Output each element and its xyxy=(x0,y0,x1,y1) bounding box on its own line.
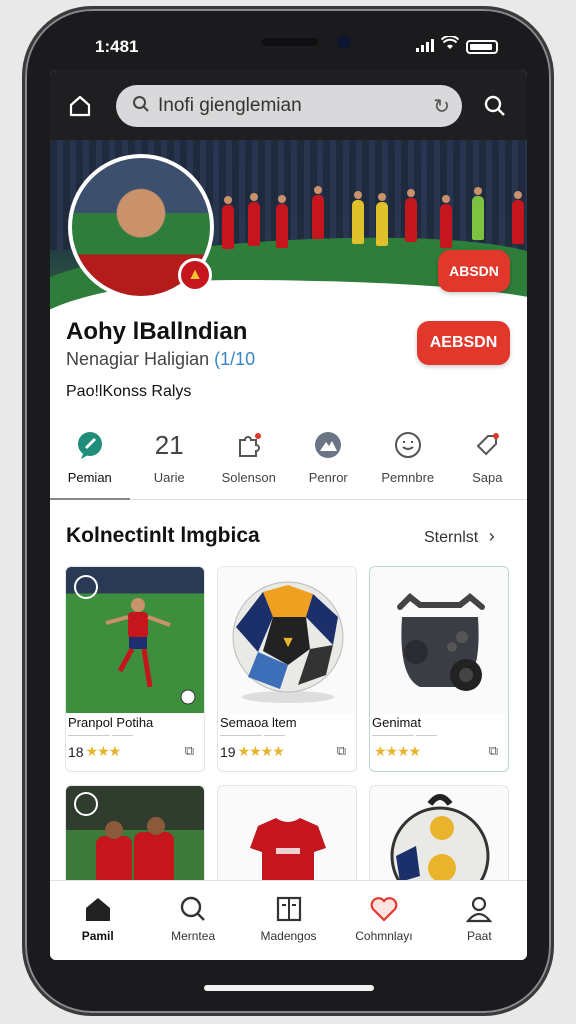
search-button[interactable] xyxy=(483,94,507,123)
search-icon xyxy=(180,896,205,921)
player-figure xyxy=(405,189,417,242)
nav-item-favorites[interactable]: Cohmnlayı xyxy=(336,881,431,960)
player-figure xyxy=(312,186,324,239)
profile-tabs: Pemian 21 Uarie Solenson Penror Pemnbre xyxy=(50,420,527,500)
tag-icon xyxy=(472,428,502,462)
nav-item-home[interactable]: Pamil xyxy=(50,881,145,960)
status-bar: 1:481 xyxy=(0,0,576,70)
player-photo xyxy=(66,567,204,713)
home-icon xyxy=(85,898,110,921)
search-input[interactable]: Inofi gienglemian xyxy=(158,95,302,117)
card-rating: 18 ★★★ xyxy=(68,743,122,760)
follow-button-small[interactable]: ABSDN xyxy=(438,250,510,292)
profile-subtitle: Nenagiar Haligian (1/10 xyxy=(66,349,255,370)
battery-icon xyxy=(466,40,498,54)
tab-label: Uarie xyxy=(153,470,185,485)
bottom-navigation: Pamil Merntea Madengos Cohmnlayı Paat xyxy=(50,880,527,960)
front-camera xyxy=(337,35,351,49)
speaker-grille xyxy=(262,38,318,46)
share-icon[interactable]: ⧉ xyxy=(489,743,498,759)
nav-label: Madengos xyxy=(260,929,317,943)
search-bar[interactable]: Inofi gienglemian ↻ xyxy=(116,85,462,127)
player-figure xyxy=(440,195,452,248)
top-bar: Inofi gienglemian ↻ xyxy=(50,70,527,140)
soccer-ball-image: ▼ xyxy=(218,567,356,713)
refresh-icon[interactable]: ↻ xyxy=(433,94,450,119)
mountain-icon xyxy=(313,428,343,462)
card-title: Genimat xyxy=(372,715,422,730)
tab-penror[interactable]: Penror xyxy=(289,420,369,499)
nav-label: Pamil xyxy=(81,929,114,943)
heart-icon xyxy=(370,897,398,922)
share-icon[interactable]: ⧉ xyxy=(185,743,194,759)
tab-label: Pemnbre xyxy=(381,470,435,485)
product-card[interactable]: Genimat —————— ——— ★★★★ ⧉ xyxy=(369,566,509,772)
section-title: Kolnectinlt lmgbica xyxy=(66,524,260,547)
player-figure xyxy=(352,191,364,244)
status-time: 1:481 xyxy=(95,37,139,56)
number-21-icon: 21 xyxy=(154,429,184,460)
tab-sapa[interactable]: Sapa xyxy=(448,420,528,499)
star-icon: ★★★★ xyxy=(374,743,421,759)
tab-uarie[interactable]: 21 Uarie xyxy=(130,420,210,499)
share-icon[interactable]: ⧉ xyxy=(337,743,346,759)
player-figure xyxy=(376,193,388,246)
chevron-right-icon: › xyxy=(488,526,495,546)
game-controller-image xyxy=(370,567,508,713)
verified-badge-icon: ▲ xyxy=(178,258,212,292)
see-all-label: Sternlst xyxy=(424,529,479,546)
card-rating: ★★★★ xyxy=(372,743,421,760)
chat-bubble-icon xyxy=(75,428,105,462)
player-figure xyxy=(248,193,260,246)
app-screen: Inofi gienglemian ↻ ▲ ABSDN Aohy lBallnd… xyxy=(50,70,527,960)
svg-text:▼: ▼ xyxy=(280,634,296,651)
profile-subtitle-tag: (1/10 xyxy=(214,349,256,369)
card-meta: —————— ——— xyxy=(220,732,285,739)
player-figure xyxy=(276,195,288,248)
rating-count: 18 xyxy=(68,743,84,760)
nav-item-profile[interactable]: Paat xyxy=(432,881,527,960)
nav-label: Paat xyxy=(466,929,492,943)
tab-solenson[interactable]: Solenson xyxy=(209,420,289,499)
person-icon xyxy=(466,896,493,923)
puzzle-icon xyxy=(234,428,264,462)
product-card[interactable]: Pranpol Potiha —————— ——— 18 ★★★ ⧉ xyxy=(65,566,205,772)
profile-subtitle-text: Nenagiar Haligian xyxy=(66,349,210,369)
home-indicator[interactable] xyxy=(204,985,374,991)
search-icon xyxy=(484,95,505,116)
tab-label: Penror xyxy=(308,470,348,485)
card-meta: —————— ——— xyxy=(372,732,437,739)
book-icon xyxy=(276,896,301,922)
wifi-icon xyxy=(440,35,460,54)
tab-label: Solenson xyxy=(221,470,276,485)
nav-label: Merntea xyxy=(171,929,216,943)
tab-label: Sapa xyxy=(472,470,503,485)
card-title: Semaoa ltem xyxy=(220,715,297,730)
card-meta: —————— ——— xyxy=(68,732,133,739)
see-all-link[interactable]: Sternlst › xyxy=(424,526,495,547)
action-button[interactable]: AEBSDN xyxy=(417,321,510,365)
tab-pemnbre[interactable]: Pemnbre xyxy=(368,420,448,499)
rating-count: 19 xyxy=(220,743,236,760)
profile-description: Pao!lKonss Ralys xyxy=(66,383,192,400)
profile-name: Aohy lBallndian xyxy=(66,318,248,345)
nav-item-library[interactable]: Madengos xyxy=(241,881,336,960)
signal-icon xyxy=(416,38,434,52)
home-icon[interactable] xyxy=(68,94,92,118)
card-rating: 19 ★★★★ xyxy=(220,743,285,760)
search-icon xyxy=(132,95,150,118)
star-icon: ★★★★ xyxy=(237,743,285,759)
player-figure xyxy=(222,196,234,249)
nav-item-search[interactable]: Merntea xyxy=(145,881,240,960)
star-icon: ★★★ xyxy=(85,743,122,759)
robot-face-icon xyxy=(393,428,423,462)
product-card[interactable]: ▼ Semaoa ltem —————— ——— 19 ★★★★ ⧉ xyxy=(217,566,357,772)
card-title: Pranpol Potiha xyxy=(68,715,154,730)
nav-label: Cohmnlayı xyxy=(355,929,413,943)
tab-label: Pemian xyxy=(67,470,112,485)
tab-pemian[interactable]: Pemian xyxy=(50,420,130,500)
player-figure xyxy=(512,191,524,244)
player-figure xyxy=(472,187,484,240)
